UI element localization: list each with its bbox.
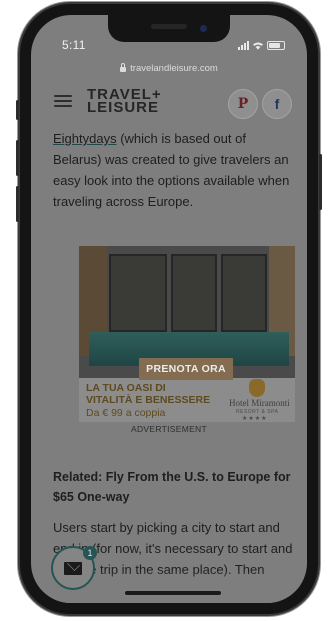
home-indicator[interactable] xyxy=(125,591,221,595)
ad-tagline: LA TUA OASI DI VITALITÀ E BENESSERE xyxy=(86,382,210,406)
url-text: travelandleisure.com xyxy=(130,62,218,74)
ad-hotel-stars: ★★★★ xyxy=(242,416,268,422)
pinterest-share-button[interactable]: P xyxy=(228,89,258,119)
ad-hotel-name: Hotel Miramonti xyxy=(229,398,290,408)
phone-frame: 5:11 travelandleisure.com TRAVEL+ LEISUR… xyxy=(16,4,322,614)
mute-switch xyxy=(16,100,19,120)
ad-price: Da € 99 a coppia xyxy=(86,407,166,419)
status-time: 5:11 xyxy=(62,38,86,52)
signal-icon xyxy=(238,41,249,50)
ad-image-window xyxy=(109,254,167,332)
wifi-icon xyxy=(253,42,263,50)
ad-book-now-button[interactable]: PRENOTA ORA xyxy=(139,358,233,380)
ad-image-window xyxy=(221,254,267,332)
volume-up-button xyxy=(16,140,19,176)
ad-tagline-line-1: LA TUA OASI DI xyxy=(86,382,166,394)
logo-line-2: LEISURE xyxy=(87,99,160,116)
ad-image-window xyxy=(171,254,217,332)
address-bar[interactable]: travelandleisure.com xyxy=(31,59,307,77)
volume-down-button xyxy=(16,186,19,222)
article-body: Eightydays (which is based out of Belaru… xyxy=(53,128,293,212)
ad-tagline-line-2: VITALITÀ E BENESSERE xyxy=(86,394,211,406)
notch xyxy=(108,15,230,42)
facebook-icon: f xyxy=(274,96,280,112)
site-logo[interactable]: TRAVEL+ LEISURE xyxy=(87,87,162,116)
pinterest-icon: P xyxy=(237,96,249,112)
battery-icon xyxy=(267,41,285,50)
newsletter-button[interactable]: 1 xyxy=(51,546,97,590)
advertisement-banner[interactable]: LA TUA OASI DI VITALITÀ E BENESSERE Da €… xyxy=(79,246,295,422)
lock-icon xyxy=(120,62,127,72)
screen: 5:11 travelandleisure.com TRAVEL+ LEISUR… xyxy=(31,15,307,603)
notification-badge: 1 xyxy=(83,546,97,560)
facebook-share-button[interactable]: f xyxy=(262,89,292,119)
envelope-icon xyxy=(64,561,82,575)
related-article-link[interactable]: Related: Fly From the U.S. to Europe for… xyxy=(53,467,293,507)
hamburger-icon[interactable] xyxy=(54,95,72,107)
hotel-crest-icon xyxy=(249,379,265,397)
ad-text-panel: LA TUA OASI DI VITALITÀ E BENESSERE Da €… xyxy=(79,378,295,422)
status-icons xyxy=(238,41,285,50)
site-header: TRAVEL+ LEISURE P f xyxy=(31,79,307,123)
intro-paragraph: Eightydays (which is based out of Belaru… xyxy=(53,128,293,212)
speaker xyxy=(151,24,187,29)
advertisement-label: ADVERTISEMENT xyxy=(130,424,207,434)
eightydays-link[interactable]: Eightydays xyxy=(53,131,117,146)
power-button xyxy=(319,154,322,210)
front-camera xyxy=(200,25,207,32)
